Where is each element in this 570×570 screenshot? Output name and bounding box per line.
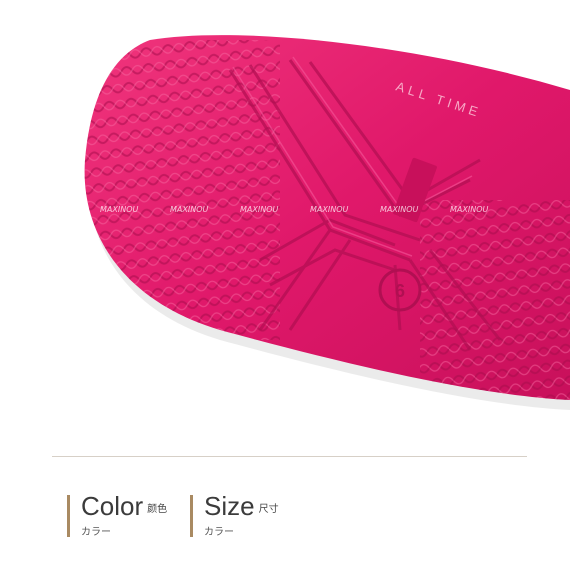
wave-tread-right xyxy=(420,200,570,400)
watermark: MAXINOU xyxy=(100,205,138,214)
size-heading: Size 尺寸 xyxy=(204,491,279,522)
watermark: MAXINOU xyxy=(380,205,418,214)
shoe-sole-image: 6 ALL TIME MAXINOU MAXINOU MAXINOU MAXIN… xyxy=(30,35,570,411)
size-sub: カラー xyxy=(204,527,234,538)
product-photo: 6 ALL TIME MAXINOU MAXINOU MAXINOU MAXIN… xyxy=(0,0,570,420)
watermark: MAXINOU xyxy=(170,205,208,214)
color-sub: カラー xyxy=(81,527,111,538)
section-divider xyxy=(52,456,527,457)
accent-bar xyxy=(67,495,70,537)
watermark: MAXINOU xyxy=(30,205,68,214)
size-label: Size xyxy=(204,491,255,521)
color-label-jp: 颜色 xyxy=(147,504,168,515)
color-label: Color xyxy=(81,491,144,521)
accent-bar xyxy=(190,495,193,537)
watermark: MAXINOU xyxy=(450,205,488,214)
size-label-jp: 尺寸 xyxy=(258,504,279,515)
color-heading: Color 颜色 xyxy=(81,491,167,522)
watermark: MAXINOU xyxy=(240,205,278,214)
watermark: MAXINOU xyxy=(310,205,348,214)
wave-tread-left xyxy=(84,40,280,340)
brand-logo-mark: 6 xyxy=(395,281,405,301)
